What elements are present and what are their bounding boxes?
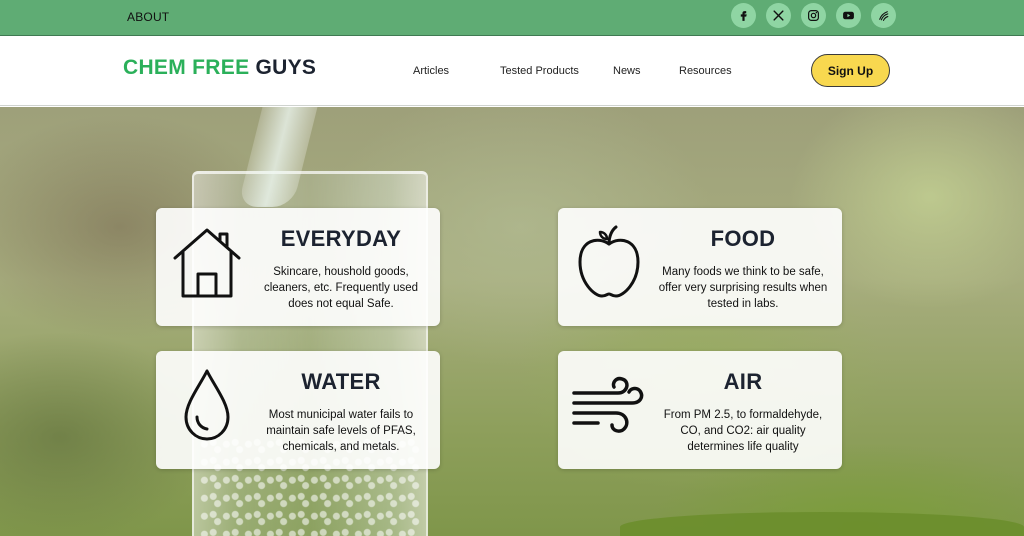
logo-text-secondary: GUYS (255, 56, 317, 79)
facebook-icon[interactable] (731, 3, 756, 28)
main-navbar: CHEM FREE GUYS Articles Tested Products … (0, 36, 1024, 106)
site-logo[interactable]: CHEM FREE GUYS (123, 56, 316, 80)
card-title: WATER (301, 369, 381, 394)
card-title: AIR (723, 369, 763, 394)
instagram-icon[interactable] (801, 3, 826, 28)
water-drop-icon (170, 367, 244, 441)
logo-text-primary: CHEM FREE (123, 56, 250, 79)
youtube-icon[interactable] (836, 3, 861, 28)
top-bar: ABOUT (0, 0, 1024, 36)
sign-up-button[interactable]: Sign Up (811, 54, 890, 87)
card-description: From PM 2.5, to formaldehyde, CO, and CO… (663, 409, 823, 453)
card-description: Most municipal water fails to maintain s… (266, 409, 416, 453)
social-links (731, 3, 896, 28)
card-title: EVERYDAY (280, 226, 402, 251)
house-icon (170, 224, 244, 298)
category-card-food[interactable]: FOOD Many foods we think to be safe, off… (558, 208, 842, 326)
category-card-everyday[interactable]: EVERYDAY Skincare, houshold goods, clean… (156, 208, 440, 326)
substack-icon[interactable] (871, 3, 896, 28)
card-title: FOOD (710, 226, 776, 251)
category-card-water[interactable]: WATER Most municipal water fails to main… (156, 351, 440, 469)
wind-icon (572, 367, 646, 441)
apple-icon (572, 224, 646, 298)
x-twitter-icon[interactable] (766, 3, 791, 28)
about-link[interactable]: ABOUT (127, 10, 169, 24)
card-description: Skincare, houshold goods, cleaners, etc.… (263, 266, 419, 310)
card-description: Many foods we think to be safe, offer ve… (658, 266, 828, 310)
category-card-air[interactable]: AIR From PM 2.5, to formaldehyde, CO, an… (558, 351, 842, 469)
nav-articles[interactable]: Articles (413, 65, 449, 77)
nav-news[interactable]: News (613, 65, 641, 77)
nav-resources[interactable]: Resources (679, 65, 732, 77)
grass-image (620, 512, 1024, 536)
hero-section: EVERYDAY Skincare, houshold goods, clean… (0, 107, 1024, 536)
nav-tested-products[interactable]: Tested Products (500, 65, 579, 77)
